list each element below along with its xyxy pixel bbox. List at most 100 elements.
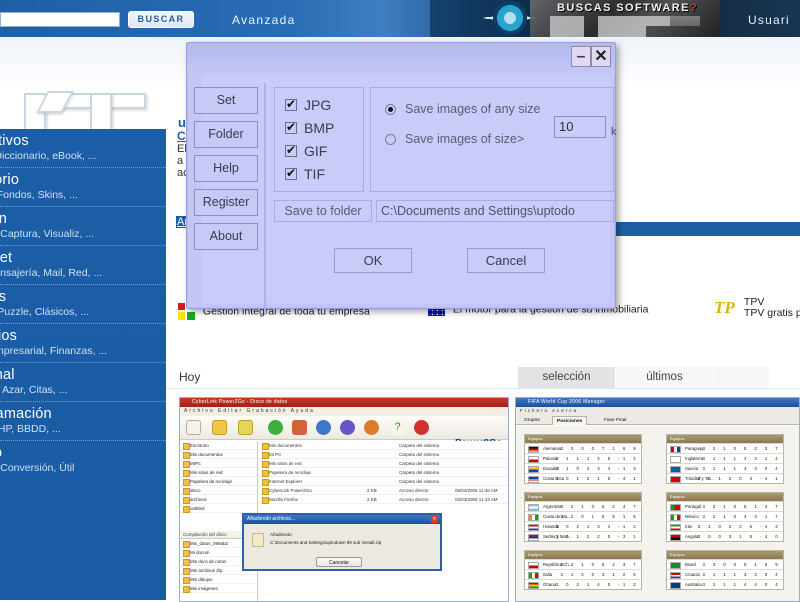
file-date: 05/04/2006 11:46 AM xyxy=(455,488,498,493)
checkbox-icon[interactable] xyxy=(285,166,297,180)
flag-icon xyxy=(528,456,539,463)
radio-min-size[interactable]: Save images of size> xyxy=(385,132,524,146)
search-submit-button[interactable]: BUSCAR xyxy=(128,11,194,28)
today-label: Hoy xyxy=(179,370,201,384)
radio-icon[interactable] xyxy=(385,103,396,115)
flag-icon xyxy=(670,514,681,521)
users-link[interactable]: Usuari xyxy=(748,13,790,27)
sidebar-item-escritorio[interactable]: critorio nos, Fondos, Skins, ... xyxy=(0,167,166,206)
minimize-button[interactable]: – xyxy=(571,46,591,67)
sidebar-item-programacion[interactable]: ogramación ml, PHP, BBDD, ... xyxy=(0,401,166,440)
group-header: Equipos xyxy=(670,552,685,557)
tab-extra[interactable] xyxy=(714,367,770,388)
size-value-input[interactable]: 10 xyxy=(554,116,606,138)
checkbox-jpg[interactable]: JPG xyxy=(285,97,331,113)
ok-button[interactable]: OK xyxy=(334,248,412,273)
tab-posiciones[interactable]: Posiciones xyxy=(552,416,588,425)
register-button[interactable]: Register xyxy=(194,189,258,216)
sidebar-item-juegos[interactable]: egos ade, Puzzle, Clásicos, ... xyxy=(0,284,166,323)
sidebar-item-title: egos xyxy=(0,289,7,305)
sidebar-item-subtitle: st. Empresarial, Finanzas, ... xyxy=(0,345,108,357)
flag-icon xyxy=(670,504,681,511)
progress-label: Añadiendo: xyxy=(270,532,293,537)
about-button[interactable]: About xyxy=(194,223,258,250)
sidebar-item-educativos[interactable]: ucativos ma, Diccionario, eBook, ... xyxy=(0,129,166,167)
flag-icon xyxy=(528,582,539,589)
checkbox-icon[interactable] xyxy=(285,143,297,157)
flag-icon xyxy=(528,534,539,541)
flag-icon xyxy=(670,456,681,463)
window-controls: – ✕ xyxy=(571,46,611,67)
screenshot-thumbnail-fifa[interactable]: FIFA World Cup 2006 Manager Fichero Acer… xyxy=(515,397,800,602)
sidebar-item-personal[interactable]: rsonal ndas, Azar, Citas, ... xyxy=(0,362,166,401)
group-table: Equipos Alemania 3 3 0 0 7 1 6 9 Polonia 3… xyxy=(524,434,642,484)
team-stats: 3 0 1 2 2 5 -3 1 xyxy=(555,534,639,539)
group-header: Equipos xyxy=(670,436,685,441)
screenshot-thumbnail-power2go[interactable]: CyberLink Power2Go - Disco de datos Arch… xyxy=(179,397,509,602)
close-icon[interactable]: ✕ xyxy=(431,516,438,523)
file-type: Acceso directo xyxy=(399,497,429,502)
tree-item: Escritorio xyxy=(180,441,257,450)
radio-any-size[interactable]: Save images of any size xyxy=(385,102,541,116)
file-row: Mi PC Carpeta del sistema xyxy=(259,450,508,459)
sidebar-item-subtitle: ma, Diccionario, eBook, ... xyxy=(0,150,97,162)
file-row: CyberLink Power2Go 2 KB Acceso directo 0… xyxy=(259,486,508,495)
help-button[interactable]: Help xyxy=(194,155,258,182)
folder-button[interactable]: Folder xyxy=(194,121,258,148)
sidebar-item-title: critorio xyxy=(0,172,20,188)
tree-item: disco xyxy=(180,486,257,495)
progress-cancel-button[interactable]: Cancelar xyxy=(316,557,362,567)
advanced-search-link[interactable]: Avanzada xyxy=(232,13,296,27)
tab-seleccion[interactable]: selección xyxy=(518,367,616,388)
size-options-group: Save images of any size Save images of s… xyxy=(370,87,617,192)
media-icon xyxy=(340,420,355,435)
tree-item: Mis sitios de red xyxy=(180,468,257,477)
checkbox-gif[interactable]: GIF xyxy=(285,143,327,159)
tpv-icon: TP xyxy=(714,298,735,317)
cancel-button[interactable]: Cancel xyxy=(467,248,545,273)
group-header: Equipos xyxy=(670,494,685,499)
sidebar-item-title: agen xyxy=(0,211,8,227)
promo-item-tpv[interactable]: TP TPV TPV gratis p xyxy=(714,297,800,319)
sidebar-item-sonido[interactable]: nido mp3, Conversión, Útil xyxy=(0,440,166,479)
radio-icon[interactable] xyxy=(385,133,396,145)
checkbox-tif[interactable]: TIF xyxy=(285,166,325,182)
tree-item: untitled xyxy=(180,504,257,513)
image-saver-dialog[interactable]: – ✕ Set Folder Help Register About JPG xyxy=(186,42,617,315)
group-table: Equipos República Ch... 3 2 1 0 5 2 3 7 I… xyxy=(524,550,642,590)
dialog-titlebar[interactable]: – ✕ xyxy=(187,43,615,75)
thumb-progress-dialog: Añadiendo archivos... ✕ Añadiendo: C:\Do… xyxy=(242,513,442,571)
flag-icon xyxy=(670,476,681,483)
group-table: Equipos Brasil 3 3 0 0 6 1 5 9 Croacia 3 1… xyxy=(666,550,784,590)
folder-path-input[interactable]: C:\Documents and Settings\uptodo xyxy=(376,200,614,222)
sidebar-item-title: ucativos xyxy=(0,133,29,149)
checkbox-icon[interactable] xyxy=(285,97,297,111)
sidebar-item-title: nido xyxy=(0,445,160,461)
globe-icon xyxy=(316,420,331,435)
flag-icon xyxy=(670,582,681,589)
flag-icon xyxy=(528,562,539,569)
flag-icon xyxy=(670,534,681,541)
save-to-folder-button[interactable]: Save to folder xyxy=(274,200,372,222)
help-icon: ? xyxy=(390,420,405,435)
sidebar-item-imagen[interactable]: agen ores, Captura, Visualiz, ... xyxy=(0,206,166,245)
checkbox-bmp[interactable]: BMP xyxy=(285,120,334,136)
search-input[interactable] xyxy=(0,12,120,27)
sidebar-item-internet[interactable]: ternet P, Mensajería, Mail, Red, ... xyxy=(0,245,166,284)
tree-item: archivos xyxy=(180,495,257,504)
sidebar-item-title: gocios xyxy=(0,328,18,344)
set-button[interactable]: Set xyxy=(194,87,258,114)
flag-icon xyxy=(528,504,539,511)
flag-icon xyxy=(528,466,539,473)
checkbox-label: JPG xyxy=(304,97,332,113)
progress-dialog-title: Añadiendo archivos... xyxy=(244,515,440,524)
tab-ultimos[interactable]: últimos xyxy=(616,367,714,388)
tab-grupos[interactable]: Grupos xyxy=(520,416,544,425)
tab-fase-final[interactable]: Fase Final xyxy=(600,416,630,425)
sidebar-item-negocios[interactable]: gocios st. Empresarial, Finanzas, ... xyxy=(0,323,166,362)
team-stats: 3 1 1 1 4 4 0 4 xyxy=(702,582,781,587)
checkbox-icon[interactable] xyxy=(285,120,297,134)
close-button[interactable]: ✕ xyxy=(591,46,611,67)
dialog-side-buttons: Set Folder Help Register About xyxy=(194,87,258,257)
file-icon xyxy=(252,533,264,547)
